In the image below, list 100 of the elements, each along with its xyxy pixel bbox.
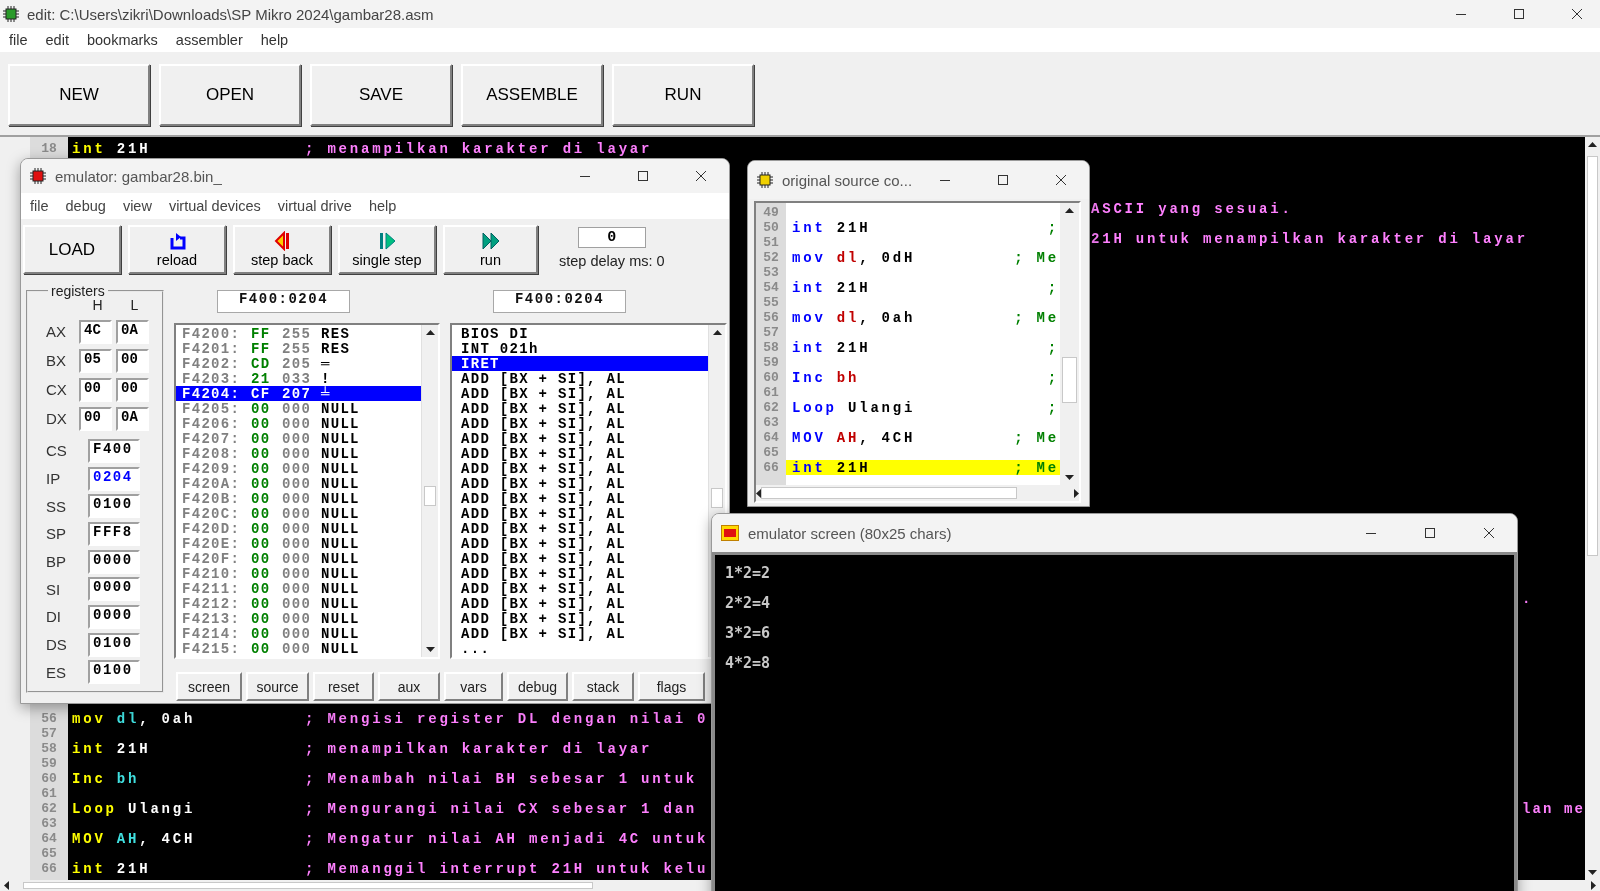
- close-icon[interactable]: [695, 170, 707, 182]
- register-field[interactable]: 0100: [88, 660, 140, 685]
- scroll-left-icon[interactable]: [4, 881, 9, 890]
- register-field[interactable]: F400: [88, 438, 140, 463]
- memory-row[interactable]: F420C: 00 000 NULL: [176, 506, 421, 521]
- disassembly-row[interactable]: BIOS DI: [452, 326, 708, 341]
- register-field[interactable]: 0A: [116, 319, 149, 344]
- menu-item[interactable]: help: [252, 32, 299, 48]
- memory-row[interactable]: F4214: 00 000 NULL: [176, 626, 421, 641]
- menu-item[interactable]: help: [359, 198, 405, 214]
- toolbar-button[interactable]: SAVE: [310, 64, 452, 126]
- step-delay-field[interactable]: 0: [577, 227, 646, 248]
- disassembly-row[interactable]: ADD [BX + SI], AL: [452, 431, 708, 446]
- memory-row[interactable]: F4211: 00 000 NULL: [176, 581, 421, 596]
- register-field[interactable]: 0204: [88, 466, 140, 491]
- register-field[interactable]: 00: [79, 377, 112, 402]
- toolbar-button[interactable]: LOAD: [23, 225, 121, 274]
- panel-button[interactable]: reset: [313, 672, 374, 701]
- memory-row[interactable]: F420E: 00 000 NULL: [176, 536, 421, 551]
- close-icon[interactable]: [1571, 8, 1583, 20]
- memory-row[interactable]: F4202: CD 205 ═: [176, 356, 421, 371]
- register-field[interactable]: 0A: [116, 406, 149, 431]
- memory-row[interactable]: F4215: 00 000 NULL: [176, 641, 421, 656]
- scroll-down-icon[interactable]: [1065, 475, 1074, 480]
- register-field[interactable]: 00: [116, 377, 149, 402]
- maximize-icon[interactable]: [1424, 527, 1436, 539]
- disassembly-row[interactable]: ADD [BX + SI], AL: [452, 416, 708, 431]
- scroll-thumb[interactable]: [23, 882, 593, 889]
- memory-row[interactable]: F420B: 00 000 NULL: [176, 491, 421, 506]
- register-field[interactable]: 0100: [88, 494, 140, 519]
- disassembly-row[interactable]: ADD [BX + SI], AL: [452, 476, 708, 491]
- scroll-thumb[interactable]: [1587, 156, 1598, 556]
- toolbar-button[interactable]: run: [443, 225, 538, 274]
- menu-item[interactable]: virtual devices: [159, 198, 269, 214]
- maximize-icon[interactable]: [637, 170, 649, 182]
- memory-row[interactable]: F4205: 00 000 NULL: [176, 401, 421, 416]
- disassembly-row[interactable]: ADD [BX + SI], AL: [452, 551, 708, 566]
- menu-item[interactable]: file: [1, 32, 38, 48]
- panel-button[interactable]: flags: [638, 672, 705, 701]
- disassembly-row[interactable]: ADD [BX + SI], AL: [452, 611, 708, 626]
- panel-button[interactable]: source: [246, 672, 309, 701]
- panel-button[interactable]: vars: [444, 672, 503, 701]
- scroll-thumb[interactable]: [424, 486, 436, 506]
- disassembly-row[interactable]: ADD [BX + SI], AL: [452, 581, 708, 596]
- disassembly-row[interactable]: IRET: [452, 356, 708, 371]
- memory-row[interactable]: F4201: FF 255 RES: [176, 341, 421, 356]
- scroll-right-icon[interactable]: [1591, 881, 1596, 890]
- disassembly-row[interactable]: ADD [BX + SI], AL: [452, 446, 708, 461]
- disassembly-row[interactable]: ADD [BX + SI], AL: [452, 386, 708, 401]
- memory-row[interactable]: F4212: 00 000 NULL: [176, 596, 421, 611]
- disassembly-row[interactable]: ADD [BX + SI], AL: [452, 401, 708, 416]
- toolbar-button[interactable]: ASSEMBLE: [461, 64, 603, 126]
- disassembly-row[interactable]: ADD [BX + SI], AL: [452, 491, 708, 506]
- register-field[interactable]: 05: [79, 348, 112, 373]
- memory-row[interactable]: F4208: 00 000 NULL: [176, 446, 421, 461]
- scrollbar[interactable]: [756, 485, 1079, 501]
- panel-button[interactable]: aux: [378, 672, 440, 701]
- memory-row[interactable]: F420D: 00 000 NULL: [176, 521, 421, 536]
- menu-item[interactable]: bookmarks: [78, 32, 168, 48]
- panel-button[interactable]: debug: [507, 672, 568, 701]
- memory-row[interactable]: F4213: 00 000 NULL: [176, 611, 421, 626]
- register-field[interactable]: 00: [79, 406, 112, 431]
- address-field[interactable]: F400:0204: [217, 290, 350, 313]
- toolbar-button[interactable]: NEW: [8, 64, 150, 126]
- memory-row[interactable]: F4204: CF 207 ╧: [176, 386, 421, 401]
- memory-row[interactable]: F4206: 00 000 NULL: [176, 416, 421, 431]
- scroll-thumb[interactable]: [1062, 357, 1077, 403]
- register-field[interactable]: FFF8: [88, 521, 140, 546]
- register-field[interactable]: 4C: [79, 319, 112, 344]
- memory-row[interactable]: F4210: 00 000 NULL: [176, 566, 421, 581]
- menu-item[interactable]: assembler: [167, 32, 253, 48]
- register-field[interactable]: 0000: [88, 604, 140, 629]
- toolbar-button[interactable]: reload: [128, 225, 226, 274]
- disassembly-row[interactable]: ADD [BX + SI], AL: [452, 536, 708, 551]
- memory-row[interactable]: F4203: 21 033 !: [176, 371, 421, 386]
- disassembly-row[interactable]: ADD [BX + SI], AL: [452, 626, 708, 641]
- menu-item[interactable]: virtual drive: [268, 198, 360, 214]
- memory-row[interactable]: F420F: 00 000 NULL: [176, 551, 421, 566]
- scroll-down-icon[interactable]: [1588, 870, 1597, 875]
- scroll-thumb[interactable]: [711, 488, 723, 508]
- maximize-icon[interactable]: [997, 174, 1009, 186]
- close-icon[interactable]: [1483, 527, 1495, 539]
- scroll-thumb[interactable]: [761, 487, 1017, 499]
- panel-button[interactable]: stack: [572, 672, 634, 701]
- toolbar-button[interactable]: RUN: [612, 64, 754, 126]
- scroll-down-icon[interactable]: [425, 647, 435, 652]
- scroll-up-icon[interactable]: [712, 330, 722, 335]
- memory-row[interactable]: F4209: 00 000 NULL: [176, 461, 421, 476]
- toolbar-button[interactable]: step back: [233, 225, 331, 274]
- scroll-up-icon[interactable]: [1065, 208, 1074, 213]
- scroll-right-icon[interactable]: [1074, 488, 1079, 498]
- memory-row[interactable]: F4200: FF 255 RES: [176, 326, 421, 341]
- disassembly-row[interactable]: ADD [BX + SI], AL: [452, 461, 708, 476]
- disassembly-row[interactable]: ADD [BX + SI], AL: [452, 566, 708, 581]
- memory-row[interactable]: F4207: 00 000 NULL: [176, 431, 421, 446]
- disassembly-row[interactable]: ADD [BX + SI], AL: [452, 521, 708, 536]
- register-field[interactable]: 0000: [88, 577, 140, 602]
- toolbar-button[interactable]: single step: [338, 225, 436, 274]
- scrollbar[interactable]: [421, 325, 438, 657]
- menu-item[interactable]: file: [21, 198, 57, 214]
